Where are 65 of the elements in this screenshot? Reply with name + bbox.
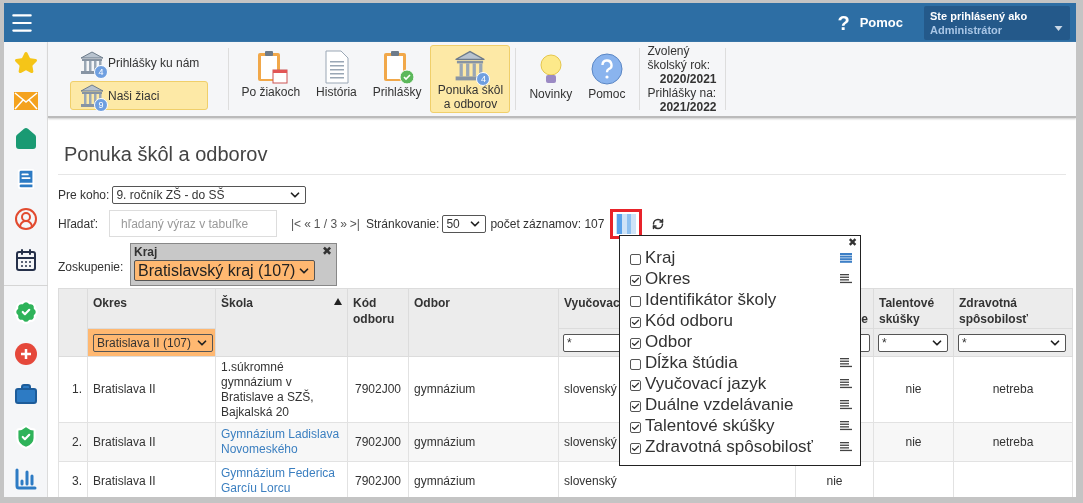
for-whom-label: Pre koho: (58, 187, 110, 204)
school-year-label: Zvolený školský rok: (647, 44, 712, 72)
toolbar-button[interactable]: Po žiakoch (234, 45, 308, 113)
row-number: 3. (58, 461, 88, 497)
next-page-link[interactable]: » (340, 214, 347, 233)
user-menu[interactable]: Ste prihlásený ako Administrátor (924, 5, 1070, 40)
toolbar-button[interactable]: 9 Naši žiaci (70, 81, 209, 110)
table-cell: Bratislava II (87, 422, 216, 462)
table-cell: nie (873, 422, 954, 462)
search-field[interactable]: hľadaný výraz v tabuľke (109, 210, 277, 237)
last-page-link[interactable]: >| (349, 214, 360, 233)
grouping-title: Kraj (134, 245, 158, 260)
count-badge: 9 (94, 97, 108, 112)
column-header[interactable]: Kód odboru (347, 288, 409, 357)
toolbar-button[interactable]: 4 Ponuka škôl a odborov (430, 45, 511, 113)
column-header[interactable]: Zdravotná spôsobilosť (953, 288, 1073, 329)
table-cell: nie (873, 356, 954, 423)
toolbar-button[interactable]: Novinky (522, 45, 580, 113)
row-number: 1. (58, 356, 88, 423)
grouping-label: Zoskupenie: (58, 258, 125, 276)
group-value-select[interactable]: Bratislavský kraj (107) (134, 260, 315, 281)
table-cell: 7902J00 (347, 356, 409, 423)
page-size-label: Stránkovanie: (366, 215, 440, 233)
user-name: Administrátor (930, 22, 1003, 37)
table-cell: gymnázium (408, 356, 559, 423)
column-option[interactable]: Okres (645, 268, 840, 289)
page-title: Ponuka škôl a odborov (58, 142, 1066, 175)
for-whom-select[interactable]: 9. ročník ZŠ - do SŠ (112, 186, 307, 204)
column-option[interactable]: Identifikátor školy (645, 289, 852, 310)
applications-year-label: Prihlášky na: (647, 86, 717, 100)
user-label: Ste prihlásený ako (930, 8, 1028, 23)
okres-filter-select[interactable]: Bratislava II (107) (93, 333, 213, 352)
first-page-link[interactable]: |< (291, 214, 302, 233)
close-button[interactable]: ✖ (848, 236, 857, 248)
column-header[interactable]: Odbor (408, 288, 559, 357)
filter-select[interactable]: * (958, 333, 1066, 352)
column-option[interactable]: Odbor (645, 331, 852, 352)
filter-select[interactable]: * (878, 333, 948, 352)
column-option[interactable]: Kód odboru (645, 310, 852, 331)
toolbar-button[interactable]: Pomoc (581, 45, 633, 113)
count-badge: 4 (94, 64, 108, 79)
table-cell: netreba (953, 422, 1073, 462)
table-cell: 7902J00 (347, 422, 409, 462)
page-size-select[interactable]: 50 (442, 214, 487, 233)
column-header[interactable]: Okres (87, 288, 216, 329)
applications-year-value: 2021/2022 (658, 100, 717, 114)
previous-page-link[interactable]: « (304, 214, 311, 233)
column-option[interactable]: Kraj (645, 247, 840, 268)
table-cell: gymnázium (408, 422, 559, 462)
record-count: počet záznamov: 107 (490, 215, 605, 233)
search-label: Hľadať: (58, 215, 100, 233)
table-cell: netreba (953, 356, 1073, 423)
count-badge: 4 (476, 72, 491, 86)
school-name: 1.súkromné gymnázium v Bratislave a SZŠ, Bajkalská 20 (221, 359, 315, 420)
row-number: 2. (58, 422, 88, 462)
column-header[interactable]: Škola (215, 288, 348, 357)
column-header[interactable]: Talentové skúšky (873, 288, 954, 329)
toolbar-button[interactable]: História (309, 45, 364, 113)
toolbar-button[interactable]: 4 Prihlášky ku nám (70, 48, 209, 77)
school-year-value: 2020/2021 (658, 72, 717, 86)
toolbar-button[interactable]: Prihlášky (365, 45, 429, 113)
close-button[interactable]: ✖ (322, 244, 332, 258)
help-link[interactable]: ? Pomoc (837, 7, 903, 38)
page-indicator: 1 / 3 (313, 215, 338, 233)
table-cell: Bratislava II (87, 356, 216, 423)
